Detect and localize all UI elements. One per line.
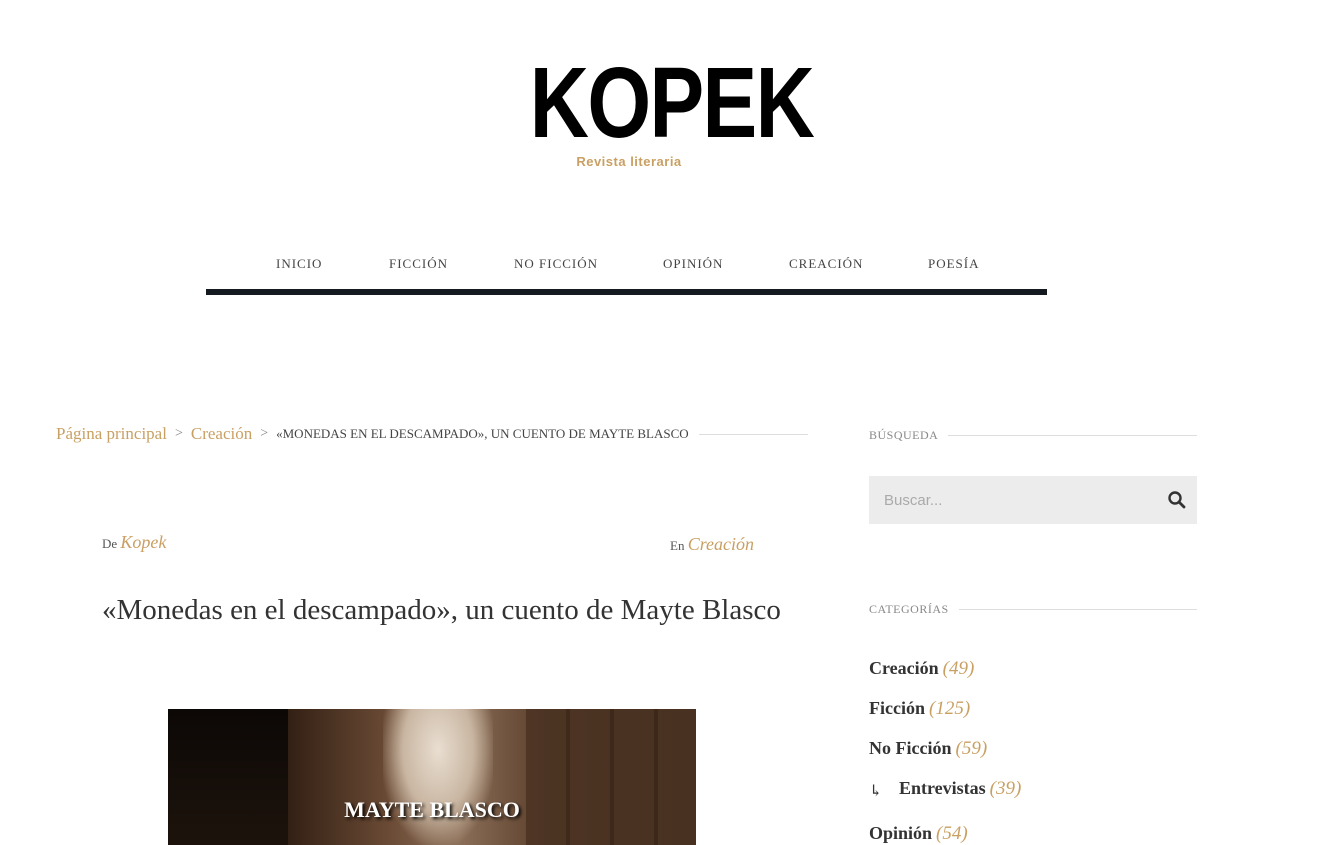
search-input[interactable] <box>869 476 1159 524</box>
post-author-meta: De Kopek <box>102 532 166 553</box>
post-category-meta: En Creación <box>670 534 754 555</box>
post-category-link[interactable]: Creación <box>688 534 754 554</box>
breadcrumb-current: «Monedas en el descampado», un cuento de… <box>276 426 689 441</box>
category-link[interactable]: Ficción <box>869 698 925 718</box>
category-link[interactable]: Creación <box>869 658 939 678</box>
post-title: «Monedas en el descampado», un cuento de… <box>102 594 781 626</box>
category-link[interactable]: Opinión <box>869 823 932 843</box>
category-count: (59) <box>955 738 988 759</box>
category-item-no-ficcion: No Ficción (59) <box>869 738 987 760</box>
categories-widget-label: Categorías <box>869 602 949 616</box>
category-count: (49) <box>942 658 975 679</box>
nav-item-poesia[interactable]: POESÍA <box>928 256 980 272</box>
category-prefix: En <box>670 538 685 553</box>
breadcrumb: Página principal > Creación > «Monedas e… <box>56 424 808 444</box>
search-box <box>869 476 1197 524</box>
featured-image[interactable]: MAYTE BLASCO <box>168 709 696 845</box>
breadcrumb-category-link[interactable]: Creación <box>191 424 252 444</box>
author-link[interactable]: Kopek <box>120 532 166 552</box>
image-caption: MAYTE BLASCO <box>344 797 520 822</box>
widget-divider <box>948 435 1197 436</box>
category-item-creacion: Creación (49) <box>869 658 974 680</box>
search-widget-label: Búsqueda <box>869 428 939 442</box>
breadcrumb-divider <box>698 433 808 435</box>
nav-item-ficcion[interactable]: FICCIÓN <box>389 256 448 272</box>
image-door <box>526 709 696 845</box>
image-shadow-area <box>168 709 288 845</box>
nav-item-no-ficcion[interactable]: NO FICCIÓN <box>514 256 598 272</box>
category-item-entrevistas: Entrevistas (39) <box>899 778 1021 800</box>
category-count: (39) <box>989 778 1022 799</box>
breadcrumb-home-link[interactable]: Página principal <box>56 424 167 444</box>
category-item-opinion: Opinión (54) <box>869 823 968 845</box>
search-icon[interactable] <box>1167 490 1187 510</box>
widget-divider <box>958 609 1197 610</box>
breadcrumb-separator: > <box>260 426 269 441</box>
category-link[interactable]: Entrevistas <box>899 778 986 798</box>
search-widget-title: Búsqueda <box>869 428 1197 443</box>
site-logo[interactable]: KOPEK Revista literaria <box>508 53 815 169</box>
image-figure <box>383 709 493 845</box>
category-count: (125) <box>929 698 971 719</box>
category-link[interactable]: No Ficción <box>869 738 952 758</box>
nav-item-inicio[interactable]: INICIO <box>276 256 322 272</box>
subcategory-arrow-icon: ↳ <box>869 783 883 800</box>
breadcrumb-separator: > <box>174 426 183 441</box>
nav-item-creacion[interactable]: CREACIÓN <box>789 256 863 272</box>
category-count: (54) <box>936 823 968 844</box>
category-item-ficcion: Ficción (125) <box>869 698 970 720</box>
main-navigation: INICIO FICCIÓN NO FICCIÓN OPINIÓN CREACI… <box>206 256 1047 295</box>
site-title[interactable]: KOPEK <box>530 53 815 153</box>
nav-item-opinion[interactable]: OPINIÓN <box>663 256 723 272</box>
categories-widget-title: Categorías <box>869 602 1197 617</box>
author-prefix: De <box>102 536 118 551</box>
